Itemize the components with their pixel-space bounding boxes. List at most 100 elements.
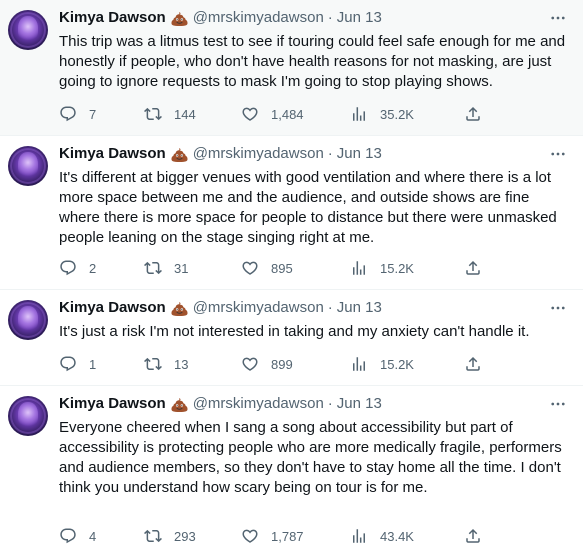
tweet-actions: 4 293 1,787 43.4K (59, 526, 489, 546)
like-count: 899 (271, 356, 293, 372)
share-icon (466, 528, 480, 543)
more-icon[interactable] (549, 299, 567, 318)
pile-of-poo-emoji-icon (171, 396, 188, 413)
reply-button[interactable]: 7 (59, 104, 96, 124)
views-icon (353, 261, 365, 275)
like-button[interactable]: 895 (241, 258, 293, 278)
views-button[interactable]: 15.2K (350, 258, 414, 278)
retweet-icon (144, 529, 162, 543)
reply-count: 4 (89, 528, 97, 544)
pile-of-poo-emoji-icon (171, 146, 188, 163)
reply-icon (60, 356, 76, 372)
tweet-actions: 7 144 1,484 35.2K (59, 104, 489, 124)
views-count: 43.4K (380, 528, 414, 544)
reply-button[interactable]: 1 (59, 354, 96, 374)
views-icon (353, 107, 365, 121)
heart-icon (242, 107, 258, 121)
tweet-text: It's different at bigger venues with goo… (59, 169, 557, 246)
heart-icon (242, 357, 258, 371)
separator: · (327, 299, 333, 316)
tweet-header: Kimya Dawson @mrskimyadawson · Jun 13 (59, 8, 573, 28)
retweet-button[interactable]: 13 (144, 354, 188, 374)
tweet-actions: 1 13 899 15.2K (59, 354, 489, 374)
tweet[interactable]: Kimya Dawson @mrskimyadawson · Jun 13 It… (0, 136, 583, 289)
reply-button[interactable]: 4 (59, 526, 96, 546)
share-button[interactable] (464, 104, 482, 124)
retweet-button[interactable]: 31 (144, 258, 188, 278)
timeline: Kimya Dawson @mrskimyadawson · Jun 13 Th… (0, 0, 583, 552)
share-icon (466, 106, 480, 121)
timestamp[interactable]: Jun 13 (337, 394, 382, 414)
tweet[interactable]: Kimya Dawson @mrskimyadawson · Jun 13 Th… (0, 0, 583, 135)
display-name[interactable]: Kimya Dawson (59, 298, 166, 318)
like-button[interactable]: 1,484 (241, 104, 304, 124)
avatar[interactable] (8, 10, 48, 50)
handle[interactable]: @mrskimyadawson (193, 298, 324, 318)
handle[interactable]: @mrskimyadawson (193, 8, 324, 28)
separator: · (327, 395, 333, 412)
like-count: 1,787 (271, 528, 304, 544)
timestamp[interactable]: Jun 13 (337, 298, 382, 318)
separator: · (327, 9, 333, 26)
retweet-icon (144, 107, 162, 121)
tweet-content: Kimya Dawson @mrskimyadawson · Jun 13 Th… (59, 8, 573, 92)
more-icon[interactable] (549, 9, 567, 28)
share-button[interactable] (464, 258, 482, 278)
views-icon (353, 357, 365, 371)
retweet-icon (144, 357, 162, 371)
handle[interactable]: @mrskimyadawson (193, 394, 324, 414)
share-button[interactable] (464, 354, 482, 374)
retweet-button[interactable]: 144 (144, 104, 196, 124)
avatar[interactable] (8, 396, 48, 436)
reply-count: 1 (89, 356, 97, 372)
display-name[interactable]: Kimya Dawson (59, 8, 166, 28)
share-button[interactable] (464, 526, 482, 546)
tweet-header: Kimya Dawson @mrskimyadawson · Jun 13 (59, 298, 573, 318)
more-icon[interactable] (549, 145, 567, 164)
reply-count: 7 (89, 106, 97, 122)
tweet-header: Kimya Dawson @mrskimyadawson · Jun 13 (59, 394, 573, 414)
share-icon (466, 356, 480, 371)
reply-icon (60, 106, 76, 122)
retweet-button[interactable]: 293 (144, 526, 196, 546)
tweet-content: Kimya Dawson @mrskimyadawson · Jun 13 It… (59, 144, 573, 248)
pile-of-poo-emoji-icon (171, 10, 188, 27)
like-count: 1,484 (271, 106, 304, 122)
tweet[interactable]: Kimya Dawson @mrskimyadawson · Jun 13 It… (0, 290, 583, 385)
retweet-icon (144, 261, 162, 275)
retweet-count: 13 (174, 356, 189, 372)
like-button[interactable]: 899 (241, 354, 293, 374)
retweet-count: 293 (174, 528, 196, 544)
views-count: 15.2K (380, 260, 414, 276)
tweet-actions: 2 31 895 15.2K (59, 258, 489, 278)
views-button[interactable]: 35.2K (350, 104, 414, 124)
timestamp[interactable]: Jun 13 (337, 144, 382, 164)
reply-icon (60, 260, 76, 276)
tweet-header: Kimya Dawson @mrskimyadawson · Jun 13 (59, 144, 573, 164)
timestamp[interactable]: Jun 13 (337, 8, 382, 28)
views-icon (353, 529, 365, 543)
like-button[interactable]: 1,787 (241, 526, 304, 546)
reply-button[interactable]: 2 (59, 258, 96, 278)
views-count: 35.2K (380, 106, 414, 122)
heart-icon (242, 261, 258, 275)
views-count: 15.2K (380, 356, 414, 372)
avatar[interactable] (8, 300, 48, 340)
more-icon[interactable] (549, 395, 567, 414)
retweet-count: 144 (174, 106, 196, 122)
tweet-text: Everyone cheered when I sang a song abou… (59, 419, 562, 496)
reply-icon (60, 528, 76, 544)
separator: · (327, 145, 333, 162)
share-icon (466, 260, 480, 275)
display-name[interactable]: Kimya Dawson (59, 144, 166, 164)
display-name[interactable]: Kimya Dawson (59, 394, 166, 414)
like-count: 895 (271, 260, 293, 276)
avatar[interactable] (8, 146, 48, 186)
tweet[interactable]: Kimya Dawson @mrskimyadawson · Jun 13 Ev… (0, 386, 583, 552)
tweet-content: Kimya Dawson @mrskimyadawson · Jun 13 It… (59, 298, 573, 342)
handle[interactable]: @mrskimyadawson (193, 144, 324, 164)
views-button[interactable]: 15.2K (350, 354, 414, 374)
views-button[interactable]: 43.4K (350, 526, 414, 546)
reply-count: 2 (89, 260, 97, 276)
tweet-text: This trip was a litmus test to see if to… (59, 33, 566, 90)
